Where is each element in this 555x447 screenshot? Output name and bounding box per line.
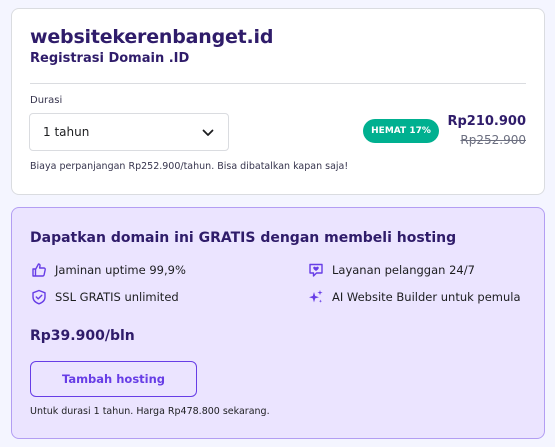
domain-card: websitekerenbanget.id Registrasi Domain …	[11, 8, 545, 195]
original-price: Rp252.900	[460, 133, 526, 147]
chat-support-icon	[309, 263, 323, 277]
sparkles-icon	[309, 290, 323, 303]
hosting-price: Rp39.900/bln	[30, 328, 135, 344]
current-price: Rp210.900	[447, 114, 526, 129]
duration-select[interactable]: 1 tahun	[29, 113, 229, 151]
feature-support: Layanan pelanggan 24/7	[308, 262, 475, 278]
feature-label: SSL GRATIS unlimited	[55, 290, 179, 304]
promo-title: Dapatkan domain ini GRATIS dengan membel…	[30, 230, 457, 246]
domain-subtitle: Registrasi Domain .ID	[30, 51, 190, 66]
duration-selected-value: 1 tahun	[43, 125, 90, 139]
duration-label: Durasi	[30, 95, 63, 106]
feature-ai-builder: AI Website Builder untuk pemula	[308, 289, 521, 305]
renewal-note: Biaya perpanjangan Rp252.900/tahun. Bisa…	[30, 161, 349, 172]
thumbs-up-icon	[32, 263, 46, 277]
feature-label: AI Website Builder untuk pemula	[332, 290, 521, 304]
feature-label: Layanan pelanggan 24/7	[332, 263, 475, 277]
promo-footnote: Untuk durasi 1 tahun. Harga Rp478.800 se…	[30, 406, 270, 417]
add-hosting-button[interactable]: Tambah hosting	[30, 361, 197, 397]
hosting-promo-card: Dapatkan domain ini GRATIS dengan membel…	[11, 207, 545, 439]
discount-badge: HEMAT 17%	[363, 119, 439, 143]
shield-check-icon	[32, 289, 46, 305]
feature-uptime: Jaminan uptime 99,9%	[31, 262, 186, 278]
divider	[30, 83, 526, 84]
chevron-down-icon	[202, 129, 214, 136]
feature-label: Jaminan uptime 99,9%	[55, 263, 186, 277]
feature-ssl: SSL GRATIS unlimited	[31, 289, 179, 305]
domain-name: websitekerenbanget.id	[30, 26, 274, 48]
